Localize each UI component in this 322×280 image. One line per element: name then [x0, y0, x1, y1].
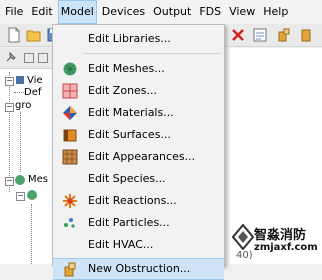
mesh-node-icon — [15, 175, 25, 185]
watermark: 智淼消防 zmjaxf.com — [232, 220, 320, 262]
expander-icon[interactable]: − — [5, 77, 14, 86]
tree-toolbar — [0, 48, 58, 69]
expand-all-icon[interactable] — [38, 53, 48, 63]
material-icon — [63, 106, 77, 120]
menu-item-edit-particles[interactable]: Edit Particles... — [53, 212, 224, 234]
menu-item-label: Edit Surfaces... — [88, 128, 171, 141]
collapse-all-icon[interactable] — [24, 53, 34, 63]
menu-item-edit-zones[interactable]: Edit Zones... — [53, 80, 224, 102]
menu-devices[interactable]: Devices — [99, 0, 148, 24]
menu-item-edit-species[interactable]: Edit Species... — [53, 168, 224, 190]
menu-view[interactable]: View — [226, 0, 258, 24]
menu-item-label: Edit Zones... — [88, 84, 158, 97]
menu-output[interactable]: Output — [150, 0, 194, 24]
menu-help[interactable]: Help — [260, 0, 291, 24]
obstruction-icon — [64, 262, 76, 277]
menu-item-label: New Obstruction... — [88, 262, 191, 275]
tree-connector — [14, 92, 24, 93]
menu-item-edit-hvac[interactable]: Edit HVAC... — [53, 234, 224, 256]
navigation-tree-panel: − Vie Def − gro − Mes − — [0, 48, 59, 264]
menu-item-label: Edit Appearances... — [88, 150, 196, 163]
watermark-logo-icon — [232, 224, 254, 250]
mesh-icon — [63, 62, 77, 76]
tree-item-view[interactable]: Vie — [27, 75, 43, 86]
menu-separator — [83, 53, 221, 54]
expander-icon[interactable]: − — [16, 192, 25, 201]
surface-icon — [63, 129, 77, 142]
tree-item-meshes[interactable]: Mes — [28, 174, 48, 185]
model-menu-dropdown: Edit Libraries... Edit Meshes... Edit Zo… — [52, 24, 225, 280]
tree-item-default[interactable]: Def — [24, 87, 41, 98]
menu-fds[interactable]: FDS — [196, 0, 224, 24]
menu-item-label: Edit Materials... — [88, 106, 174, 119]
menu-bar: File Edit Model Devices Output FDS View … — [0, 0, 322, 24]
expander-icon[interactable]: − — [5, 103, 14, 112]
menu-item-edit-reactions[interactable]: Edit Reactions... — [53, 190, 224, 212]
menu-item-edit-materials[interactable]: Edit Materials... — [53, 102, 224, 124]
expander-icon[interactable]: − — [5, 177, 14, 186]
view-node-icon — [16, 76, 24, 84]
menu-item-label: Edit HVAC... — [88, 238, 154, 251]
new-file-icon[interactable] — [6, 27, 22, 43]
menu-item-edit-meshes[interactable]: Edit Meshes... — [53, 58, 224, 80]
menu-file[interactable]: File — [2, 0, 26, 24]
reaction-icon — [63, 194, 77, 208]
menu-item-new-obstruction[interactable]: New Obstruction... — [53, 258, 224, 280]
tree-item-groups[interactable]: gro — [15, 100, 31, 111]
watermark-url: zmjaxf.com — [254, 242, 318, 253]
pin-icon[interactable] — [4, 50, 18, 64]
watermark-text: 智淼消防 — [254, 228, 307, 243]
tree-connector — [20, 112, 21, 172]
menu-item-edit-libraries[interactable]: Edit Libraries... — [53, 28, 224, 50]
edit-properties-icon[interactable] — [252, 27, 268, 43]
particle-icon — [64, 218, 75, 228]
obstruction-tool-icon[interactable] — [276, 27, 292, 43]
zone-icon — [62, 83, 78, 99]
delete-icon[interactable] — [230, 27, 246, 43]
menu-item-edit-surfaces[interactable]: Edit Surfaces... — [53, 124, 224, 146]
menu-item-label: Edit Reactions... — [88, 194, 177, 207]
menu-item-label: Edit Libraries... — [88, 32, 171, 45]
tree-connector — [9, 72, 10, 192]
mesh-child-icon — [27, 190, 37, 200]
open-folder-icon[interactable] — [26, 27, 42, 43]
appearance-icon — [62, 149, 78, 165]
obstruction-tool-2-icon[interactable] — [298, 27, 314, 43]
menu-item-edit-appearances[interactable]: Edit Appearances... — [53, 146, 224, 168]
menu-model[interactable]: Model — [57, 0, 97, 24]
menu-item-label: Edit Meshes... — [88, 62, 165, 75]
menu-item-label: Edit Species... — [88, 172, 166, 185]
menu-item-label: Edit Particles... — [88, 216, 170, 229]
menu-edit[interactable]: Edit — [28, 0, 55, 24]
tree-connector — [31, 204, 32, 264]
